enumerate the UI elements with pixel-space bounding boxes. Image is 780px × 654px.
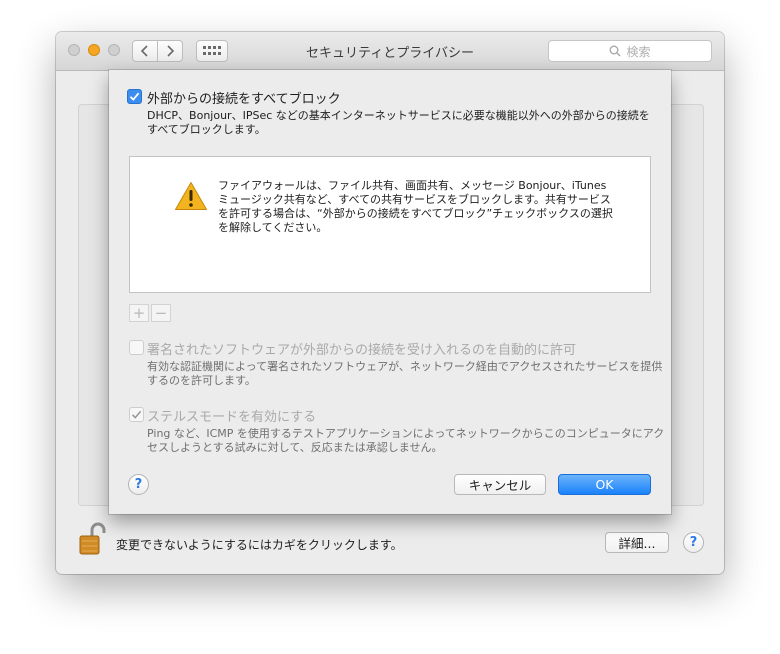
lock-open-icon[interactable] bbox=[78, 522, 106, 556]
block-all-description: DHCP、Bonjour、IPSec などの基本インターネットサービスに必要な機… bbox=[147, 109, 650, 136]
close-window-button[interactable] bbox=[68, 44, 80, 56]
cancel-button[interactable]: キャンセル bbox=[454, 474, 546, 495]
signed-software-description: 有効な認証機関によって署名されたソフトウェアが、ネットワーク経由でアクセスされた… bbox=[147, 360, 663, 387]
checkmark-icon bbox=[131, 410, 142, 419]
add-app-button[interactable]: + bbox=[129, 304, 149, 322]
warning-message: ファイアウォールは、ファイル共有、画面共有、メッセージ Bonjour、iTun… bbox=[218, 179, 613, 234]
checkmark-icon bbox=[129, 92, 140, 101]
window-title: セキュリティとプライバシー bbox=[306, 46, 474, 61]
search-icon bbox=[610, 45, 621, 57]
title-bar: セキュリティとプライバシー 検索 bbox=[56, 32, 724, 71]
block-all-checkbox[interactable] bbox=[127, 89, 142, 104]
block-all-label[interactable]: 外部からの接続をすべてブロック bbox=[147, 88, 341, 107]
forward-button[interactable] bbox=[157, 40, 183, 62]
stealth-mode-description: Ping など、ICMP を使用するテストアプリケーションによってネットワークか… bbox=[147, 427, 665, 454]
minimize-window-button[interactable] bbox=[88, 44, 100, 56]
app-exceptions-list[interactable]: ファイアウォールは、ファイル共有、画面共有、メッセージ Bonjour、iTun… bbox=[129, 156, 651, 293]
show-all-button[interactable] bbox=[196, 40, 228, 62]
zoom-window-button[interactable] bbox=[108, 44, 120, 56]
signed-software-label[interactable]: 署名されたソフトウェアが外部からの接続を受け入れるのを自動的に許可 bbox=[147, 339, 576, 358]
ok-button[interactable]: OK bbox=[558, 474, 651, 495]
remove-app-button[interactable]: − bbox=[151, 304, 171, 322]
warning-icon bbox=[175, 182, 207, 210]
lock-instruction-text: 変更できないようにするにはカギをクリックします。 bbox=[116, 538, 403, 552]
details-button[interactable]: 詳細... bbox=[605, 532, 669, 553]
search-placeholder: 検索 bbox=[626, 44, 651, 59]
signed-software-checkbox[interactable] bbox=[129, 340, 144, 355]
chevron-left-icon bbox=[140, 45, 148, 57]
back-button[interactable] bbox=[132, 40, 158, 62]
chevron-right-icon bbox=[167, 45, 175, 57]
grid-icon bbox=[203, 46, 221, 55]
firewall-options-sheet: 外部からの接続をすべてブロック DHCP、Bonjour、IPSec などの基本… bbox=[109, 70, 671, 514]
help-button[interactable]: ? bbox=[683, 532, 704, 553]
stealth-mode-checkbox[interactable] bbox=[129, 407, 144, 422]
search-field[interactable]: 検索 bbox=[548, 40, 712, 62]
sheet-help-button[interactable]: ? bbox=[128, 474, 149, 495]
stealth-mode-label[interactable]: ステルスモードを有効にする bbox=[147, 406, 316, 425]
